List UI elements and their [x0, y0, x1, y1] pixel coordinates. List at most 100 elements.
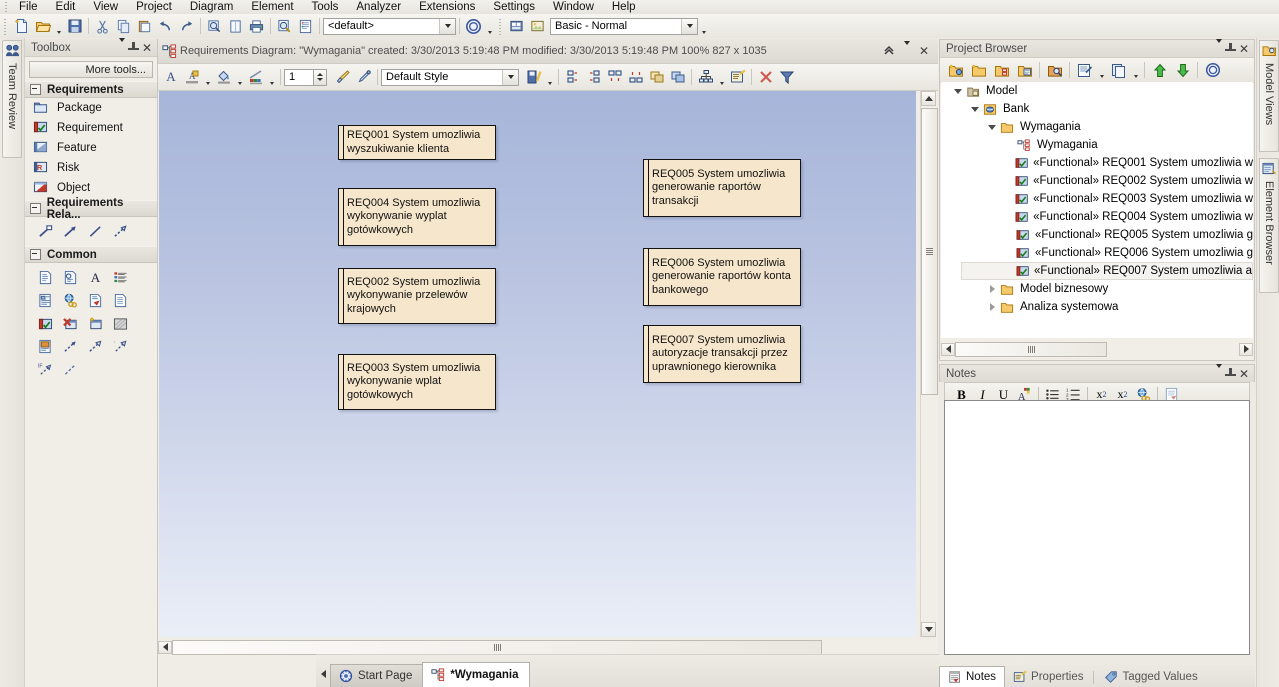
menu-extensions[interactable]: Extensions [410, 0, 484, 14]
close-icon[interactable]: ✕ [919, 45, 929, 57]
save-style-dropdown[interactable] [544, 65, 555, 90]
toolbox-group-requirements[interactable]: Requirements [25, 81, 157, 98]
redo-icon[interactable] [176, 16, 197, 37]
restore-up-icon[interactable] [883, 44, 895, 59]
menu-help[interactable]: Help [603, 0, 645, 14]
same-width-icon[interactable] [646, 67, 667, 88]
tree-row-bank[interactable]: Bank [941, 100, 1253, 118]
report-icon[interactable] [295, 16, 316, 37]
vertical-scroll-thumb[interactable] [921, 108, 938, 395]
align-bottom-icon[interactable] [625, 67, 646, 88]
text-icon[interactable]: A [83, 266, 108, 289]
align-left-icon[interactable] [562, 67, 583, 88]
more-tools-button[interactable]: More tools... [29, 61, 153, 78]
properties-icon[interactable] [1073, 60, 1096, 81]
copy-paste-dropdown[interactable] [1130, 58, 1141, 83]
menu-diagram[interactable]: Diagram [181, 0, 242, 14]
scroll-left-button[interactable] [158, 640, 172, 654]
pin-icon[interactable] [1224, 367, 1236, 380]
toolbox-group-requirements-relationships[interactable]: Requirements Rela... [25, 197, 157, 221]
vtab-element-browser[interactable]: Element Browser [1259, 158, 1279, 293]
note-link-icon[interactable] [58, 266, 83, 289]
perspective-combo[interactable]: Basic - Normal [550, 17, 698, 35]
tree-row-req006[interactable]: «Functional» REQ006 System umozliwia g [941, 244, 1253, 262]
panel-menu-icon[interactable] [1215, 363, 1222, 380]
doc-tab-start-page[interactable]: Start Page [330, 664, 424, 687]
tree-row-model[interactable]: Model [941, 82, 1253, 100]
if-arrow-icon[interactable]: IF [33, 358, 58, 381]
tree-row-req001[interactable]: «Functional» REQ001 System umozliwia w [941, 154, 1253, 172]
project-browser-hscrollbar[interactable] [941, 339, 1253, 359]
expander-closed-icon[interactable] [986, 285, 998, 293]
new-file-icon[interactable] [11, 16, 32, 37]
default-diagram-combo[interactable]: <default> [323, 17, 456, 35]
expander-open-icon[interactable] [952, 88, 964, 94]
line-width-stepper[interactable] [314, 68, 327, 86]
vtab-team-review[interactable]: Team Review [2, 40, 22, 158]
legend-icon[interactable] [108, 266, 133, 289]
diagram-element-req007[interactable]: REQ007 System umozliwia autoryzacje tran… [643, 325, 801, 383]
collapse-icon[interactable] [30, 84, 41, 95]
tree-row-req002[interactable]: «Functional» REQ002 System umozliwia w [941, 172, 1253, 190]
menu-view[interactable]: View [84, 0, 127, 14]
notes-tab-properties[interactable]: Properties [1005, 667, 1091, 687]
close-icon[interactable]: ✕ [1239, 368, 1249, 380]
horizontal-scroll-thumb[interactable] [172, 639, 822, 655]
toolbar-overflow-icon-2[interactable] [698, 14, 709, 39]
dependency-arrow-icon[interactable] [83, 335, 108, 358]
delete-icon[interactable] [755, 67, 776, 88]
align-top-icon[interactable] [604, 67, 625, 88]
tree-row-req005[interactable]: «Functional» REQ005 System umozliwia g [941, 226, 1253, 244]
new-model-icon[interactable] [944, 60, 967, 81]
zoom-icon[interactable] [204, 16, 225, 37]
menu-project[interactable]: Project [127, 0, 181, 14]
filter-icon[interactable] [776, 67, 797, 88]
pb-scroll-thumb[interactable] [955, 341, 1107, 357]
chevron-down-icon[interactable] [502, 69, 518, 85]
new-boundary-icon[interactable] [83, 312, 108, 335]
fill-color-dropdown[interactable] [234, 65, 245, 90]
pin-icon[interactable] [1224, 42, 1236, 55]
menu-file[interactable]: File [10, 0, 47, 14]
toolbox-menu-icon[interactable] [118, 37, 125, 54]
tree-row-req004[interactable]: «Functional» REQ004 System umozliwia w [941, 208, 1253, 226]
move-down-icon[interactable] [1171, 60, 1194, 81]
diagram-element-req002[interactable]: REQ002 System umozliwia wykonywanie prze… [338, 268, 496, 324]
notes-tab-notes[interactable]: Notes [939, 666, 1006, 687]
toolbox-item-risk[interactable]: R Risk [25, 158, 157, 178]
notes-text-area[interactable] [944, 400, 1250, 655]
toolbox-item-object[interactable]: Object [25, 178, 157, 198]
close-icon[interactable]: ✕ [142, 42, 152, 54]
expander-open-icon[interactable] [969, 106, 981, 112]
properties-dropdown[interactable] [1096, 58, 1107, 83]
save-style-icon[interactable] [523, 67, 544, 88]
project-browser-tree[interactable]: Model Bank Wymagania Wymagania «Function… [941, 82, 1253, 338]
tree-row-wymagania-diagram[interactable]: Wymagania [941, 136, 1253, 154]
page-icon[interactable] [225, 16, 246, 37]
fill-color-icon[interactable] [213, 67, 234, 88]
toolbar-grip-2[interactable] [497, 17, 504, 35]
requirement-small-icon[interactable] [33, 312, 58, 335]
scroll-up-button[interactable] [921, 91, 936, 106]
trace-arrow-icon[interactable] [58, 335, 83, 358]
font-highlight-icon[interactable]: A [181, 67, 202, 88]
toolbox-item-feature[interactable]: Feature [25, 138, 157, 158]
find-icon[interactable] [274, 16, 295, 37]
diagram-canvas[interactable]: REQ001 System umozliwia wyszukiwanie kli… [159, 91, 916, 637]
tree-row-wymagania-folder[interactable]: Wymagania [941, 118, 1253, 136]
close-icon[interactable]: ✕ [1239, 43, 1249, 55]
move-up-icon[interactable] [1148, 60, 1171, 81]
diagram-element-req003[interactable]: REQ003 System umozliwia wykonywanie wpla… [338, 354, 496, 410]
tree-row-analiza-systemowa[interactable]: Analiza systemowa [941, 298, 1253, 316]
new-diagram-icon[interactable] [990, 60, 1013, 81]
diagram-note-icon[interactable] [33, 289, 58, 312]
document-icon[interactable] [108, 289, 133, 312]
vtab-model-views[interactable]: Model Views [1259, 40, 1279, 152]
panel-menu-icon[interactable] [1215, 38, 1222, 55]
delete-boundary-icon[interactable] [58, 312, 83, 335]
diagram-element-req004[interactable]: REQ004 System umozliwia wykonywanie wypl… [338, 188, 496, 246]
collapse-icon[interactable] [30, 249, 41, 260]
tree-row-req003[interactable]: «Functional» REQ003 System umozliwia w [941, 190, 1253, 208]
print-icon[interactable] [246, 16, 267, 37]
menu-settings[interactable]: Settings [484, 0, 544, 14]
